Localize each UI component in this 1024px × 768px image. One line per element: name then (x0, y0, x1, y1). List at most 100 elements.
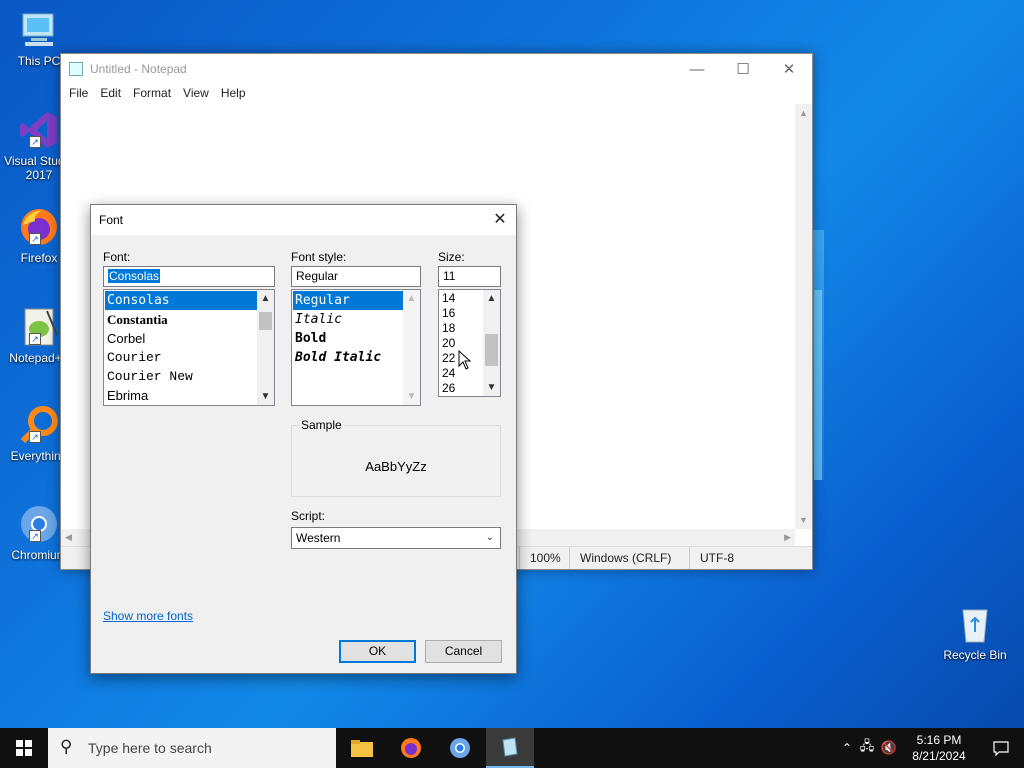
scroll-left-icon[interactable]: ◀ (65, 532, 72, 543)
size-list-item[interactable]: 20 (440, 336, 455, 351)
cancel-button[interactable]: Cancel (425, 640, 502, 663)
style-list-scrollbar[interactable]: ▲ ▼ (403, 290, 420, 405)
font-name-input[interactable]: Consolas (103, 266, 275, 287)
desktop-light-beam-edge (814, 290, 822, 480)
notepad-app-icon (69, 62, 83, 76)
size-list-item[interactable]: 18 (440, 321, 455, 336)
system-tray: ⌃ 🖧 🔇 (838, 728, 900, 768)
menu-file[interactable]: File (63, 84, 94, 104)
style-list-item[interactable]: Bold (293, 329, 326, 348)
action-center-button[interactable] (978, 728, 1024, 768)
notepad-plus-plus-icon: ↗ (17, 305, 61, 349)
size-list-item[interactable]: 26 (440, 381, 455, 396)
desktop-icon-recycle-bin[interactable]: Recycle Bin (936, 602, 1014, 662)
chevron-down-icon: ⌄ (485, 532, 494, 543)
menu-edit[interactable]: Edit (94, 84, 127, 104)
size-label: Size: (438, 250, 465, 264)
font-style-label: Font style: (291, 250, 347, 264)
font-list-item[interactable]: Courier New (105, 367, 193, 386)
dialog-title-bar[interactable]: Font ✕ (91, 205, 516, 235)
start-button[interactable] (0, 728, 48, 768)
scroll-right-icon[interactable]: ▶ (784, 532, 791, 543)
font-size-list[interactable]: 14 16 18 20 22 24 26 ▲ ▼ (438, 289, 501, 397)
font-dialog[interactable]: Font ✕ Font: Consolas Consolas Constanti… (90, 204, 517, 674)
everything-search-icon: ↗ (17, 403, 61, 447)
clock-date: 8/21/2024 (912, 749, 966, 763)
shortcut-arrow-icon: ↗ (29, 233, 41, 245)
style-list-item[interactable]: Italic (293, 310, 342, 329)
font-list-item[interactable]: Constantia (105, 310, 168, 329)
status-encoding: UTF-8 (689, 547, 734, 569)
menu-format[interactable]: Format (127, 84, 177, 104)
shortcut-arrow-icon: ↗ (29, 333, 41, 345)
chevron-up-icon[interactable]: ▲ (483, 290, 500, 307)
menu-view[interactable]: View (177, 84, 215, 104)
font-style-input[interactable]: Regular (291, 266, 421, 287)
scroll-up-icon[interactable]: ▲ (799, 108, 808, 118)
font-list-item[interactable]: Corbel (105, 329, 145, 348)
folder-icon (351, 740, 373, 757)
windows-logo-icon (16, 740, 32, 756)
font-list-item[interactable]: Courier (105, 348, 162, 367)
taskbar-file-explorer[interactable] (338, 728, 386, 768)
search-icon: ⚲ (60, 737, 73, 756)
chevron-up-icon[interactable]: ⌃ (838, 741, 856, 755)
size-list-item[interactable]: 22 (440, 351, 455, 366)
size-list-scrollbar[interactable]: ▲ ▼ (483, 290, 500, 396)
visual-studio-icon: ↗ (17, 108, 61, 152)
chevron-up-icon[interactable]: ▲ (257, 290, 274, 307)
taskbar-search-box[interactable]: ⚲ Type here to search (48, 728, 336, 768)
script-label: Script: (291, 509, 326, 523)
firefox-icon: ↗ (17, 205, 61, 249)
recycle-bin-icon (953, 602, 997, 646)
taskbar-chromium[interactable] (436, 728, 484, 768)
font-label: Font: (103, 250, 131, 264)
status-line-ending: Windows (CRLF) (569, 547, 671, 569)
volume-muted-icon[interactable]: 🔇 (878, 740, 900, 756)
chevron-down-icon[interactable]: ▼ (257, 388, 274, 405)
desktop-icon-label: Recycle Bin (943, 648, 1007, 662)
size-list-item[interactable]: 16 (440, 306, 455, 321)
script-dropdown[interactable]: Western ⌄ (291, 527, 501, 549)
ok-button[interactable]: OK (339, 640, 416, 663)
chevron-up-icon[interactable]: ▲ (403, 290, 420, 307)
scroll-down-icon[interactable]: ▼ (799, 515, 808, 525)
scroll-thumb[interactable] (259, 312, 272, 330)
font-size-input[interactable]: 11 (438, 266, 501, 287)
font-name-value: Consolas (108, 269, 161, 283)
window-title: Untitled - Notepad (90, 62, 187, 76)
show-more-fonts-link[interactable]: Show more fonts (103, 609, 193, 623)
scroll-thumb[interactable] (485, 334, 498, 366)
taskbar-notepad[interactable] (486, 728, 534, 768)
status-zoom: 100% (519, 547, 561, 569)
shortcut-arrow-icon: ↗ (29, 136, 41, 148)
taskbar-clock[interactable]: 5:16 PM 8/21/2024 (900, 732, 978, 764)
style-list-item[interactable]: Bold Italic (293, 348, 381, 367)
size-list-item[interactable]: 14 (440, 291, 455, 306)
close-button[interactable]: ✕ (766, 54, 812, 84)
menu-help[interactable]: Help (215, 84, 252, 104)
shortcut-arrow-icon: ↗ (29, 530, 41, 542)
notepad-title-bar[interactable]: Untitled - Notepad — ☐ ✕ (61, 54, 812, 84)
size-list-item[interactable]: 24 (440, 366, 455, 381)
chevron-down-icon[interactable]: ▼ (483, 379, 500, 396)
sample-label: Sample (299, 418, 344, 432)
font-name-list[interactable]: Consolas Constantia Corbel Courier Couri… (103, 289, 275, 406)
font-style-list[interactable]: Regular Italic Bold Bold Italic ▲ ▼ (291, 289, 421, 406)
taskbar-firefox[interactable] (387, 728, 435, 768)
vertical-scrollbar[interactable]: ▲ ▼ (795, 104, 812, 529)
minimize-button[interactable]: — (674, 54, 720, 84)
computer-icon (17, 8, 61, 52)
dialog-title: Font (99, 213, 124, 227)
font-list-scrollbar[interactable]: ▲ ▼ (257, 290, 274, 405)
notification-icon (993, 741, 1009, 756)
search-placeholder: Type here to search (88, 740, 212, 756)
dialog-close-icon[interactable]: ✕ (484, 205, 516, 235)
font-list-item[interactable]: Ebrima (105, 386, 148, 405)
maximize-button[interactable]: ☐ (720, 54, 766, 84)
style-list-item[interactable]: Regular (293, 291, 403, 310)
network-icon[interactable]: 🖧 (856, 737, 878, 759)
font-list-item[interactable]: Consolas (105, 291, 257, 310)
chromium-icon: ↗ (17, 502, 61, 546)
chevron-down-icon[interactable]: ▼ (403, 388, 420, 405)
